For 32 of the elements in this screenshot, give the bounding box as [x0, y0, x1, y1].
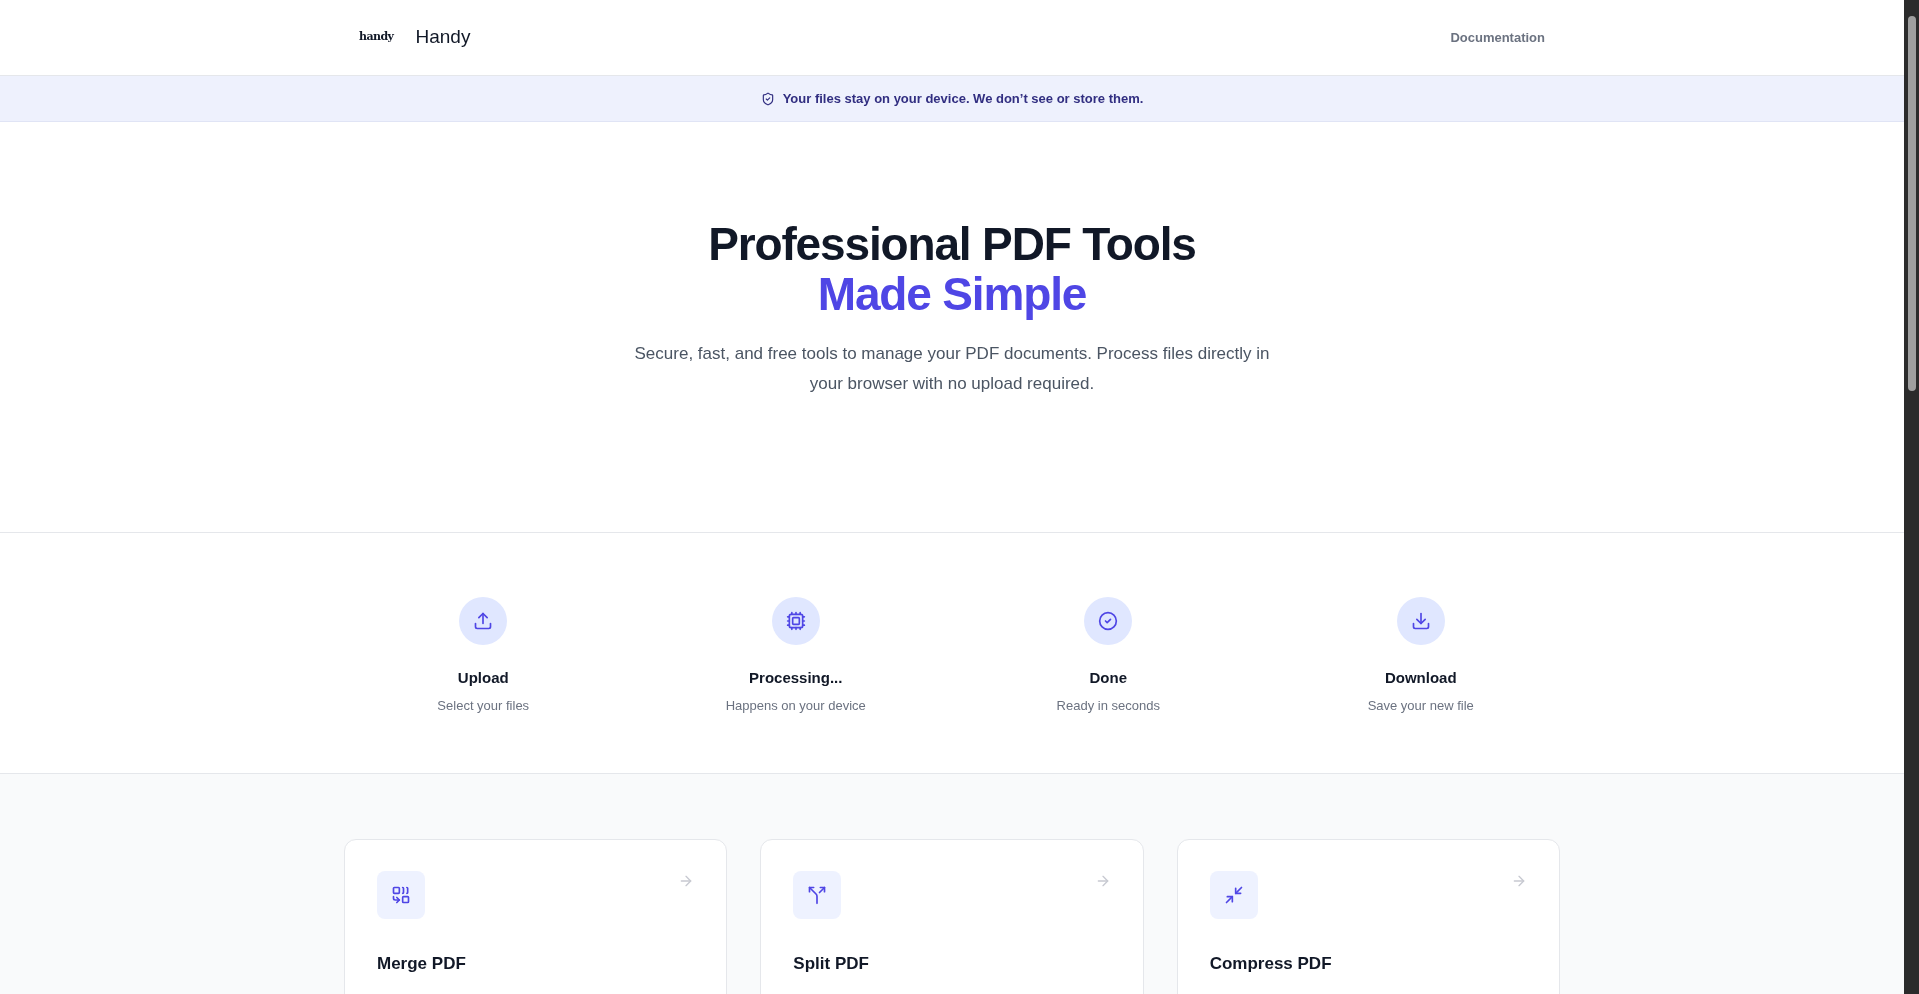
- step-caption: Save your new file: [1367, 696, 1474, 715]
- chip-icon: [785, 611, 806, 631]
- check-circle-icon: [1098, 611, 1119, 631]
- step-caption: Select your files: [437, 696, 530, 715]
- tool-title: Merge PDF: [377, 953, 467, 975]
- step-title: Processing...: [749, 668, 843, 688]
- split-icon: [807, 885, 828, 905]
- hero-title: Professional PDF Tools: [708, 219, 1196, 269]
- scrollbar-thumb[interactable]: [1907, 16, 1916, 391]
- brand-name: Handy: [415, 25, 471, 50]
- nav-link[interactable]: Documentation: [1450, 27, 1545, 48]
- tool-title: Split PDF: [793, 953, 870, 975]
- step-caption: Ready in seconds: [1056, 696, 1160, 715]
- tool-card[interactable]: Compress PDF: [1176, 839, 1560, 994]
- step-caption: Happens on your device: [725, 696, 866, 715]
- logo[interactable]: handy: [359, 29, 394, 46]
- tool-title: Compress PDF: [1209, 953, 1333, 975]
- step-title: Upload: [457, 668, 509, 688]
- tool-card[interactable]: Merge PDF: [344, 839, 728, 994]
- hero-highlight: Made Simple: [817, 269, 1087, 319]
- compress-icon: [1223, 885, 1244, 905]
- tool-card[interactable]: Split PDF: [760, 839, 1144, 994]
- download-icon: [1410, 611, 1431, 631]
- upload-icon: [473, 611, 494, 631]
- step-title: Done: [1089, 668, 1127, 688]
- banner-text: Your files stay on your device. We don’t see or store them.: [782, 89, 1144, 108]
- arrow-right-icon: [1511, 873, 1527, 889]
- hero-subtitle: Secure, fast, and free tools to manage your PDF documents. Process files directly in your browser with no upload required.: [633, 343, 1271, 395]
- step-title: Download: [1384, 668, 1457, 688]
- merge-icon: [391, 885, 411, 905]
- scrollbar[interactable]: [1904, 0, 1919, 994]
- shield-icon: [760, 91, 775, 106]
